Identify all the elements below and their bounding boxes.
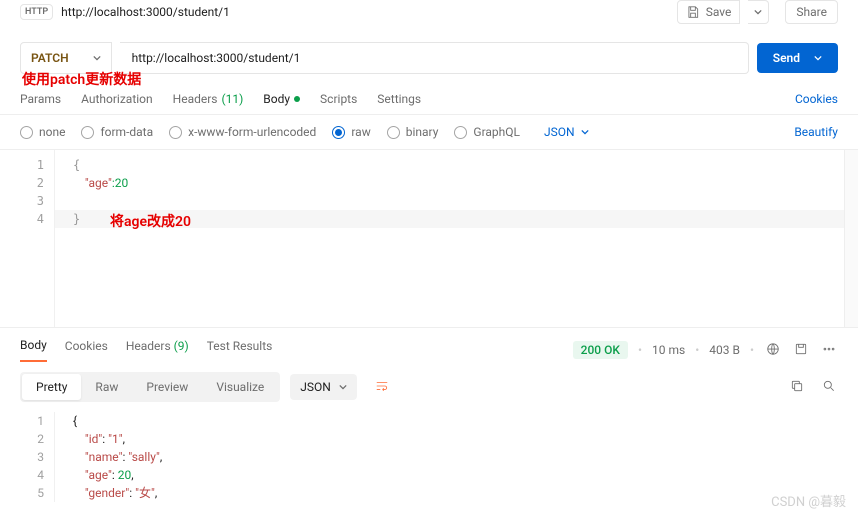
save-icon <box>686 5 700 19</box>
status-code: 200 OK <box>573 341 628 359</box>
tab-params[interactable]: Params <box>20 84 61 114</box>
radio-raw[interactable]: raw <box>332 125 370 139</box>
response-size: 403 B <box>709 343 740 357</box>
chevron-down-icon <box>93 54 101 62</box>
wrap-lines-button[interactable] <box>367 373 397 402</box>
tab-headers[interactable]: Headers (11) <box>173 84 244 114</box>
tab-body[interactable]: Body <box>263 84 300 114</box>
method-select[interactable]: PATCH <box>20 42 112 74</box>
tab-authorization[interactable]: Authorization <box>81 84 153 114</box>
radio-graphql[interactable]: GraphQL <box>454 125 520 139</box>
resp-line-gutter: 12345 <box>0 412 55 502</box>
brace-close: } <box>73 212 80 226</box>
brace-open: { <box>73 158 80 172</box>
view-mode-segment: Pretty Raw Preview Visualize <box>20 372 280 402</box>
url-input[interactable] <box>120 42 749 74</box>
resp-code: { "id": "1", "name": "sally", "age": 20,… <box>73 412 858 502</box>
method-value: PATCH <box>31 51 69 65</box>
tab-url: http://localhost:3000/student/1 <box>61 5 230 19</box>
save-response-icon[interactable] <box>792 340 810 361</box>
resp-format-label: JSON <box>300 380 331 394</box>
request-body-editor[interactable]: 1234 { "age":20 } 将age改成20 <box>0 150 858 328</box>
network-icon[interactable] <box>764 340 782 361</box>
beautify-button[interactable]: Beautify <box>794 125 838 139</box>
chevron-down-icon <box>339 383 347 391</box>
response-time: 10 ms <box>652 343 685 357</box>
radio-xform-label: x-www-form-urlencoded <box>188 125 316 139</box>
radio-none[interactable]: none <box>20 125 65 139</box>
chevron-down-icon <box>581 128 589 136</box>
save-dropdown[interactable] <box>748 0 769 24</box>
seg-pretty[interactable]: Pretty <box>22 374 81 400</box>
chevron-down-icon <box>814 54 822 62</box>
radio-form-label: form-data <box>100 125 153 139</box>
radio-none-label: none <box>39 125 65 139</box>
line-gutter: 1234 <box>0 150 55 327</box>
radio-form-data[interactable]: form-data <box>81 125 153 139</box>
tab-scripts[interactable]: Scripts <box>320 84 357 114</box>
http-badge: HTTP <box>20 4 53 20</box>
radio-binary-label: binary <box>406 125 439 139</box>
more-icon[interactable] <box>820 340 838 361</box>
unsaved-dot-icon <box>294 96 300 102</box>
radio-binary[interactable]: binary <box>387 125 439 139</box>
radio-graphql-label: GraphQL <box>473 125 520 139</box>
response-format-select[interactable]: JSON <box>290 374 357 400</box>
body-format-select[interactable]: JSON <box>544 125 589 139</box>
copy-icon[interactable] <box>788 377 806 398</box>
resp-tab-cookies[interactable]: Cookies <box>65 339 108 361</box>
body-format-label: JSON <box>544 125 575 139</box>
save-button[interactable]: Save <box>677 0 741 24</box>
resp-headers-count: (9) <box>174 339 189 353</box>
resp-tab-test-results[interactable]: Test Results <box>207 339 273 361</box>
headers-count: (11) <box>222 92 244 106</box>
json-value: :20 <box>112 176 128 190</box>
send-button[interactable]: Send <box>757 43 838 73</box>
seg-raw[interactable]: Raw <box>81 374 132 400</box>
send-label: Send <box>773 51 800 65</box>
radio-raw-label: raw <box>351 125 370 139</box>
response-body-viewer[interactable]: 12345 { "id": "1", "name": "sally", "age… <box>0 412 858 502</box>
cookies-link[interactable]: Cookies <box>795 92 838 106</box>
tab-headers-label: Headers <box>173 92 218 106</box>
seg-preview[interactable]: Preview <box>132 374 202 400</box>
scroll-marker <box>844 150 858 327</box>
code-area[interactable]: { "age":20 } <box>55 150 844 327</box>
tab-body-label: Body <box>263 92 290 106</box>
search-icon[interactable] <box>820 377 838 398</box>
resp-tab-headers[interactable]: Headers (9) <box>126 339 189 361</box>
resp-tab-body[interactable]: Body <box>20 338 47 362</box>
response-meta: 200 OK • 10 ms • 403 B • <box>573 340 838 361</box>
seg-visualize[interactable]: Visualize <box>202 374 278 400</box>
tab-settings[interactable]: Settings <box>377 84 421 114</box>
resp-headers-label: Headers <box>126 339 171 353</box>
radio-x-www-form-urlencoded[interactable]: x-www-form-urlencoded <box>169 125 316 139</box>
share-button[interactable]: Share <box>785 0 838 24</box>
json-key: "age" <box>85 176 112 190</box>
chevron-down-icon <box>754 8 762 16</box>
save-label: Save <box>706 5 732 19</box>
